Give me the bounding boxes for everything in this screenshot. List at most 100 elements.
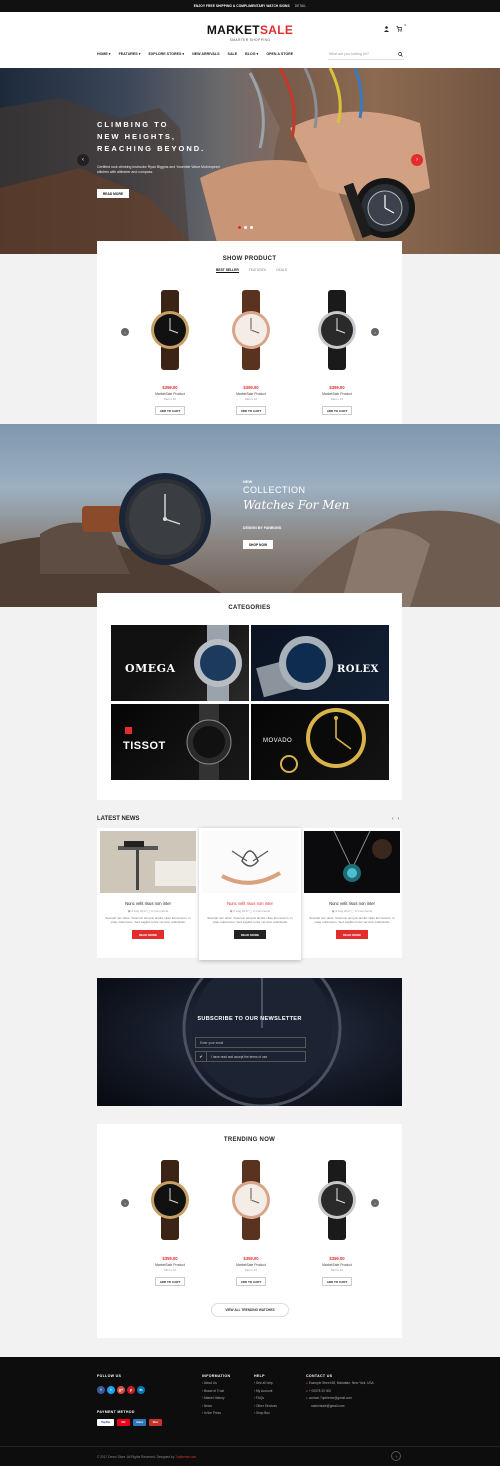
product-name[interactable]: MarketSale Product	[302, 1263, 372, 1267]
product-image[interactable]	[150, 1160, 190, 1245]
news-prev-button[interactable]: ‹	[392, 816, 394, 822]
product-image[interactable]	[231, 1160, 271, 1245]
news-image-bracelet[interactable]	[202, 831, 298, 893]
products-prev-button[interactable]: ‹	[121, 328, 129, 336]
amex-icon: Amex	[133, 1419, 146, 1426]
product-price: $359.00	[329, 385, 345, 390]
shop-now-button[interactable]: SHOP NOW	[243, 540, 273, 549]
hero-title: CLIMBING TO NEW HEIGHTS, REACHING BEYOND.	[97, 120, 206, 153]
products-next-button[interactable]: ›	[371, 328, 379, 336]
trending-prev-button[interactable]: ‹	[121, 1199, 129, 1207]
twitter-icon[interactable]: t	[107, 1386, 115, 1394]
payment-methods: PayPal MC Amex Disc	[97, 1419, 162, 1426]
footer-link[interactable]: › Market History	[202, 1395, 225, 1403]
footer-link[interactable]: › In the Press	[202, 1410, 225, 1418]
footer-info-title: INFORMATION	[202, 1374, 231, 1378]
add-to-cart-button[interactable]: ADD TO CART	[236, 1277, 266, 1286]
news-meta: ▣ 6 Aug 2017 ▢ 0 Comments	[331, 909, 373, 913]
view-all-trending-button[interactable]: VIEW ALL TRENDING WATCHES	[211, 1303, 289, 1317]
watch-image[interactable]	[317, 290, 357, 370]
product-brand: Men's 12	[330, 1268, 344, 1272]
designer-link[interactable]: 7uptheme.com	[175, 1455, 196, 1459]
newsletter-checkbox[interactable]: ✔	[196, 1051, 207, 1062]
footer-link[interactable]: › Shop Box	[254, 1410, 277, 1418]
tab-deals[interactable]: DEALS	[276, 268, 287, 273]
add-to-cart-button[interactable]: ADD TO CART	[155, 1277, 185, 1286]
nav-open-store[interactable]: OPEN A STORE	[266, 52, 293, 56]
product-name[interactable]: MarketSale Product	[302, 392, 372, 396]
contact-email[interactable]: ● contact.7uptheme@gmail.com	[306, 1395, 374, 1403]
news-title[interactable]: Nunc velit risus non inter	[201, 901, 299, 906]
footer-link[interactable]: › Brand of Trust	[202, 1388, 225, 1396]
category-rolex[interactable]: ROLEX	[251, 625, 389, 701]
news-read-more-button[interactable]: READ MORE	[336, 930, 368, 940]
add-to-cart-button[interactable]: ADD TO CART	[322, 1277, 352, 1286]
contact-address: ● Example Street 68, Mahattan, New York,…	[306, 1381, 374, 1385]
newsletter-email-input[interactable]: Enter your email	[195, 1037, 306, 1048]
promo-detail-link[interactable]: DETAIL	[295, 4, 307, 8]
nav-home[interactable]: HOME ▾	[97, 52, 111, 56]
product-image[interactable]	[317, 290, 357, 375]
tab-best-seller[interactable]: BEST SELLER	[216, 268, 239, 273]
watch-image[interactable]	[231, 1160, 271, 1240]
chevron-left-icon: ‹	[124, 329, 126, 335]
add-to-cart-button[interactable]: ADD TO CART	[236, 406, 266, 415]
user-icon[interactable]	[384, 26, 389, 34]
hero-next-button[interactable]: ›	[411, 154, 423, 166]
add-to-cart-button[interactable]: ADD TO CART	[155, 406, 185, 415]
slider-dot[interactable]	[244, 226, 247, 229]
facebook-icon[interactable]: f	[97, 1386, 105, 1394]
product-image[interactable]	[317, 1160, 357, 1245]
hero-prev-button[interactable]: ‹	[77, 154, 89, 166]
linkedin-icon[interactable]: in	[137, 1386, 145, 1394]
site-logo[interactable]: MARKETSALE	[0, 23, 500, 37]
news-read-more-button[interactable]: READ MORE	[234, 930, 266, 940]
nav-sale[interactable]: SALE	[228, 52, 238, 56]
category-movado[interactable]: MOVADO	[251, 704, 389, 780]
footer-contact-list: ● Example Street 68, Mahattan, New York,…	[306, 1380, 374, 1410]
product-image[interactable]	[150, 290, 190, 375]
news-next-button[interactable]: ›	[398, 816, 400, 822]
product-name[interactable]: MarketSale Product	[216, 1263, 286, 1267]
news-read-more-button[interactable]: READ MORE	[132, 930, 164, 940]
search-icon[interactable]	[398, 52, 403, 57]
footer-link[interactable]: › See all help	[254, 1380, 277, 1388]
watch-image[interactable]	[150, 290, 190, 370]
footer-link[interactable]: › News	[202, 1403, 225, 1411]
product-name[interactable]: MarketSale Product	[135, 392, 205, 396]
nav-features[interactable]: FEATURES ▾	[119, 52, 141, 56]
footer-link[interactable]: › Other Services	[254, 1403, 277, 1411]
watch-image[interactable]	[150, 1160, 190, 1240]
trending-next-button[interactable]: ›	[371, 1199, 379, 1207]
nav-blog[interactable]: BLOG ▾	[245, 52, 258, 56]
pinterest-icon[interactable]: p	[127, 1386, 135, 1394]
product-tabs: BEST SELLER FEATURED DEALS	[216, 268, 287, 273]
slider-dot[interactable]	[250, 226, 253, 229]
contact-phone: ● + 00578 30 300	[306, 1388, 332, 1393]
footer-link[interactable]: › My Account	[254, 1388, 277, 1396]
hero-read-more-button[interactable]: READ MORE	[97, 189, 129, 198]
news-image-pendant[interactable]	[304, 831, 400, 893]
product-name[interactable]: MarketSale Product	[216, 392, 286, 396]
nav-new-arrivals[interactable]: NEW ARRIVALS	[192, 52, 219, 56]
product-image[interactable]	[231, 290, 271, 375]
contact-email-2[interactable]: marketsale@gmail.com	[306, 1403, 374, 1411]
back-to-top-button[interactable]: ↑	[391, 1451, 401, 1461]
news-image-desk[interactable]	[100, 831, 196, 893]
news-title[interactable]: Nunc velit risus non inter	[99, 901, 197, 906]
slider-dot[interactable]	[238, 226, 241, 229]
google-plus-icon[interactable]: g+	[117, 1386, 125, 1394]
cart-icon[interactable]: 0	[396, 23, 406, 34]
product-name[interactable]: MarketSale Product	[135, 1263, 205, 1267]
search-input[interactable]: What are you looking for?	[328, 50, 404, 60]
tab-featured[interactable]: FEATURED	[249, 268, 267, 273]
nav-explore-stores[interactable]: EXPLORE STORES ▾	[149, 52, 185, 56]
news-title[interactable]: Nunc velit risus non inter	[303, 901, 401, 906]
watch-image[interactable]	[231, 290, 271, 370]
add-to-cart-button[interactable]: ADD TO CART	[322, 406, 352, 415]
category-omega[interactable]: OMEGA	[111, 625, 249, 701]
watch-image[interactable]	[317, 1160, 357, 1240]
category-tissot[interactable]: TISSOT	[111, 704, 249, 780]
footer-link[interactable]: › FAQs	[254, 1395, 277, 1403]
footer-link[interactable]: › About Us	[202, 1380, 225, 1388]
